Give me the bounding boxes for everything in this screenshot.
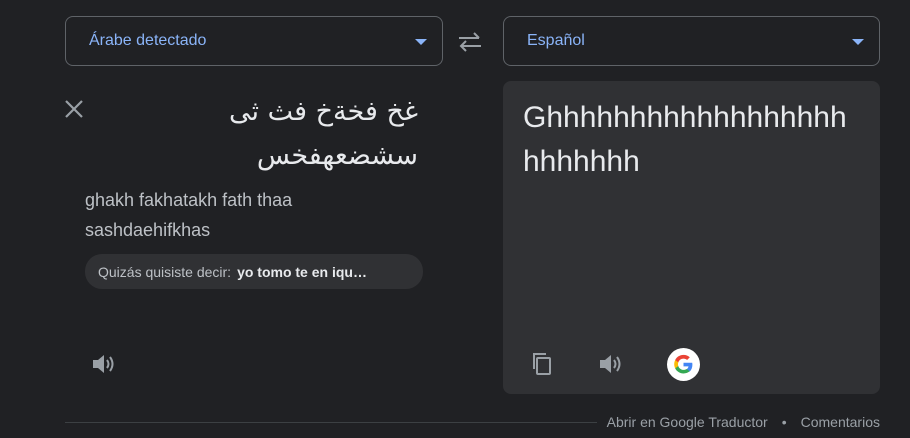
footer-separator: •	[781, 414, 787, 430]
source-transliteration: ghakh fakhatakh fath thaa sashdaehifkhas	[85, 190, 293, 240]
speaker-icon	[93, 355, 114, 373]
swap-icon	[459, 32, 481, 52]
translation-text: Ghhhhhhhhhhhhhhhhhhhhhhhhh	[523, 101, 847, 178]
target-language-label: Español	[527, 32, 585, 49]
source-text-input[interactable]: غخ فخةخ فث ثى سشضعهفخس	[120, 90, 418, 178]
copy-translation-button[interactable]	[527, 349, 557, 379]
copy-icon	[533, 353, 551, 375]
chevron-down-icon	[852, 39, 864, 45]
clear-text-button[interactable]	[61, 96, 87, 122]
open-in-google-translate-link[interactable]: Abrir en Google Traductor	[607, 414, 768, 430]
speaker-icon	[600, 355, 621, 373]
spelling-suggestion[interactable]: Quizás quisiste decir: yo tomo te en iqu…	[85, 254, 423, 289]
suggestion-prefix: Quizás quisiste decir:	[98, 263, 232, 280]
source-language-label: Árabe detectado	[89, 32, 207, 49]
feedback-link[interactable]: Comentarios	[801, 414, 880, 430]
source-language-select[interactable]: Árabe detectado	[65, 16, 443, 66]
suggestion-value: yo tomo te en iqu…	[237, 263, 367, 280]
source-listen-button[interactable]	[89, 349, 119, 379]
target-language-select[interactable]: Español	[503, 16, 880, 66]
footer: Abrir en Google Traductor • Comentarios	[596, 414, 880, 430]
translation-panel: Ghhhhhhhhhhhhhhhhhhhhhhhhh	[503, 81, 880, 394]
swap-languages-button[interactable]	[455, 28, 485, 56]
google-logo-icon	[667, 348, 700, 381]
close-icon	[65, 100, 83, 118]
target-listen-button[interactable]	[596, 349, 626, 379]
chevron-down-icon	[415, 39, 427, 45]
translate-widget: Árabe detectado Español غخ فخةخ فث ثى سش…	[0, 0, 910, 438]
